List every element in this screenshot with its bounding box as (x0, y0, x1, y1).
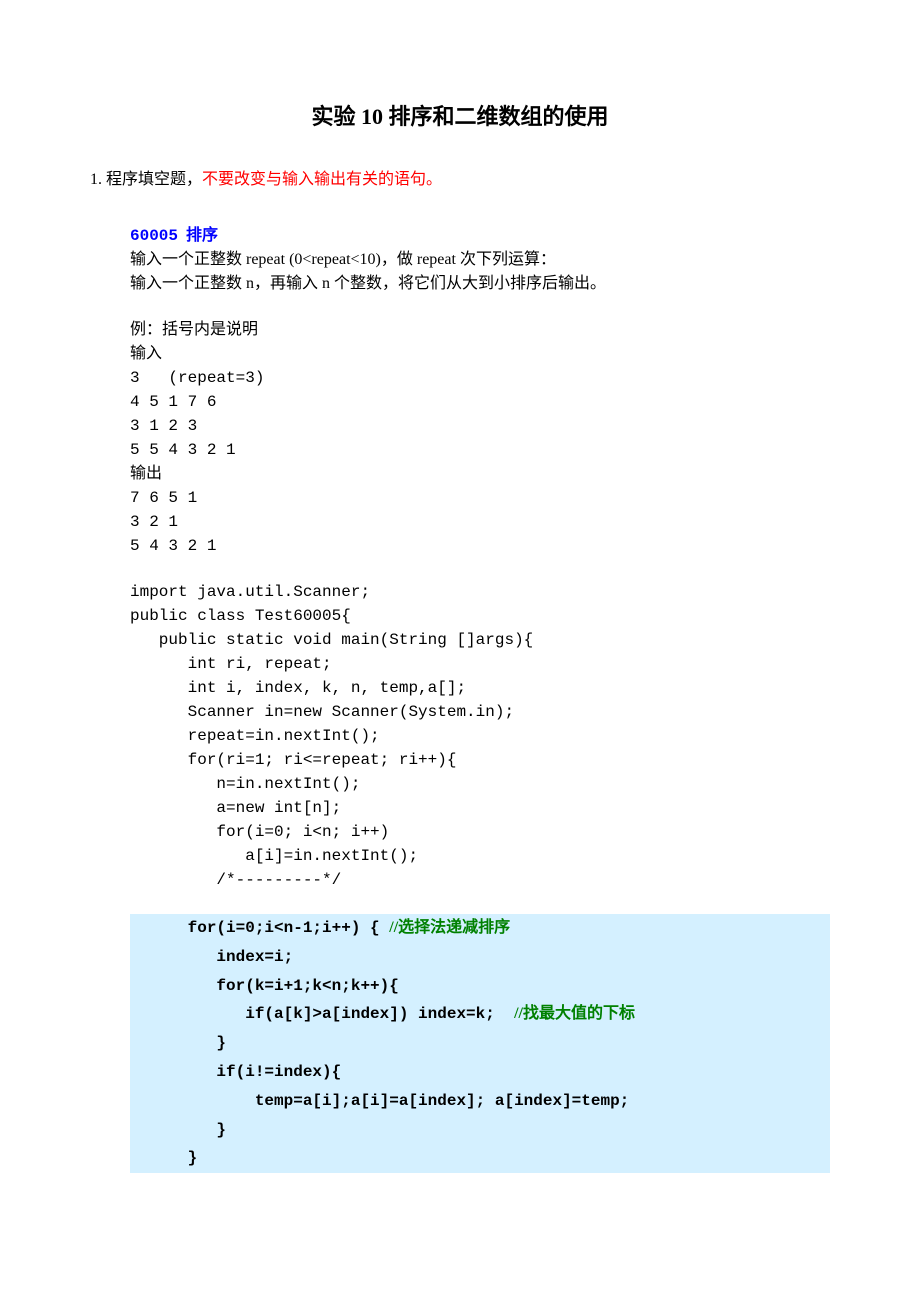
section-name: 排序 (186, 227, 218, 244)
question-line: 1. 程序填空题，不要改变与输入输出有关的语句。 (90, 168, 830, 192)
spacer (90, 558, 830, 580)
desc-line-1: 输入一个正整数 repeat (0<repeat<10)，做 repeat 次下… (130, 248, 830, 272)
section-header: 60005 排序 (130, 224, 830, 248)
input-line-2: 4 5 1 7 6 (130, 390, 830, 414)
code-line: for(i=0; i<n; i++) (130, 820, 830, 844)
answer-line: if(i!=index){ (130, 1058, 830, 1087)
output-line-1: 7 6 5 1 (130, 486, 830, 510)
code-line: Scanner in=new Scanner(System.in); (130, 700, 830, 724)
answer-line: if(a[k]>a[index]) index=k; //找最大值的下标 (130, 1000, 830, 1029)
code-line: a[i]=in.nextInt(); (130, 844, 830, 868)
question-warning: 不要改变与输入输出有关的语句。 (202, 171, 442, 188)
answer-line: index=i; (130, 943, 830, 972)
code-line: for(ri=1; ri<=repeat; ri++){ (130, 748, 830, 772)
page-title: 实验 10 排序和二维数组的使用 (90, 100, 830, 133)
question-number: 1. (90, 171, 102, 188)
output-label: 输出 (130, 462, 830, 486)
output-line-2: 3 2 1 (130, 510, 830, 534)
code-line: n=in.nextInt(); (130, 772, 830, 796)
answer-line: for(i=0;i<n-1;i++) { //选择法递减排序 (130, 914, 830, 943)
output-line-3: 5 4 3 2 1 (130, 534, 830, 558)
answer-line: } (130, 1116, 830, 1145)
spacer (90, 892, 830, 914)
code-line: public class Test60005{ (130, 604, 830, 628)
code-line: int i, index, k, n, temp,a[]; (130, 676, 830, 700)
input-line-1: 3 (repeat=3) (130, 366, 830, 390)
comment: //选择法递减排序 (389, 919, 510, 936)
input-line-4: 5 5 4 3 2 1 (130, 438, 830, 462)
answer-line: } (130, 1144, 830, 1173)
code-line: a=new int[n]; (130, 796, 830, 820)
question-label: 程序填空题， (106, 171, 202, 188)
input-line-3: 3 1 2 3 (130, 414, 830, 438)
code-line: import java.util.Scanner; (130, 580, 830, 604)
document-page: 实验 10 排序和二维数组的使用 1. 程序填空题，不要改变与输入输出有关的语句… (0, 0, 920, 1233)
comment: //找最大值的下标 (514, 1005, 635, 1022)
section-id: 60005 (130, 227, 178, 245)
code-line: int ri, repeat; (130, 652, 830, 676)
answer-line: for(k=i+1;k<n;k++){ (130, 972, 830, 1001)
spacer (90, 202, 830, 224)
answer-line: temp=a[i];a[i]=a[index]; a[index]=temp; (130, 1087, 830, 1116)
desc-line-2: 输入一个正整数 n，再输入 n 个整数，将它们从大到小排序后输出。 (130, 272, 830, 296)
code-line: /*---------*/ (130, 868, 830, 892)
code-line: public static void main(String []args){ (130, 628, 830, 652)
answer-line: } (130, 1029, 830, 1058)
example-note: 例：括号内是说明 (130, 318, 830, 342)
spacer (90, 296, 830, 318)
input-label: 输入 (130, 342, 830, 366)
code-line: repeat=in.nextInt(); (130, 724, 830, 748)
